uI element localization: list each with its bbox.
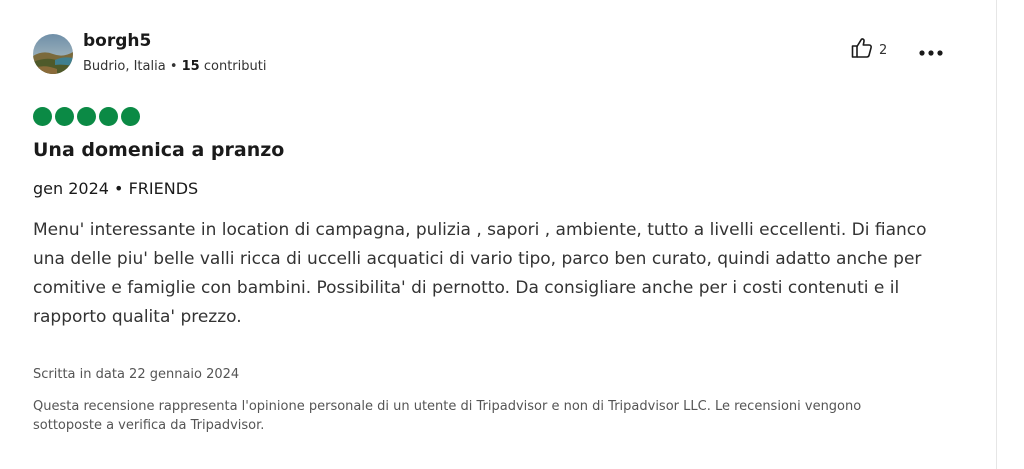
written-date: Scritta in data 22 gennaio 2024 bbox=[33, 367, 240, 382]
rating-bubble bbox=[33, 107, 52, 126]
contributions-label: contributi bbox=[203, 59, 267, 74]
trip-info: gen 2024 • FRIENDS bbox=[33, 179, 198, 198]
rating-bubble bbox=[99, 107, 118, 126]
panel-divider bbox=[996, 0, 997, 469]
username[interactable]: borgh5 bbox=[83, 31, 151, 51]
user-meta: Budrio, Italia • 15 contributi bbox=[83, 59, 266, 74]
review-card: borgh5 Budrio, Italia • 15 contributi 2 … bbox=[0, 0, 996, 469]
review-disclaimer: Questa recensione rappresenta l'opinione… bbox=[33, 399, 862, 433]
trip-type: FRIENDS bbox=[128, 179, 199, 198]
rating-bubbles bbox=[33, 107, 140, 126]
thumbs-up-icon bbox=[850, 36, 874, 64]
trip-separator: • bbox=[114, 179, 124, 198]
helpful-count: 2 bbox=[879, 42, 888, 58]
review-title[interactable]: Una domenica a pranzo bbox=[33, 139, 284, 161]
helpful-vote-button[interactable]: 2 bbox=[850, 38, 887, 62]
meta-separator: • bbox=[169, 59, 178, 74]
trip-date: gen 2024 bbox=[33, 179, 109, 198]
avatar-landscape-image bbox=[33, 34, 73, 74]
user-avatar[interactable] bbox=[33, 34, 73, 74]
contributions-count: 15 bbox=[181, 59, 200, 74]
rating-bubble bbox=[55, 107, 74, 126]
more-options-icon bbox=[919, 41, 943, 60]
more-options-button[interactable] bbox=[914, 38, 948, 62]
rating-bubble bbox=[121, 107, 140, 126]
rating-bubble bbox=[77, 107, 96, 126]
review-body: Menu' interessante in location di campag… bbox=[33, 220, 927, 327]
user-location: Budrio, Italia bbox=[83, 59, 166, 74]
